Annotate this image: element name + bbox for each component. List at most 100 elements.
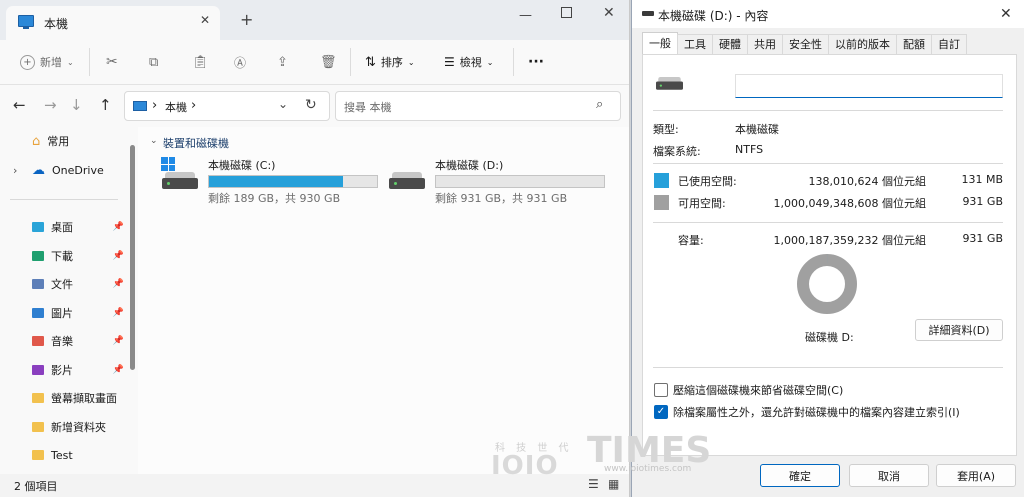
- view-icon: ☰: [444, 55, 455, 69]
- chevron-down-icon: ⌄: [67, 57, 74, 67]
- index-option[interactable]: ✓ 除檔案屬性之外，還允許對磁碟機中的檔案內容建立索引(I): [654, 404, 960, 420]
- sort-button[interactable]: ⇅ 排序 ⌄: [365, 48, 415, 76]
- free-space-label: 可用空間:: [678, 197, 726, 210]
- close-button[interactable]: ✕: [603, 5, 615, 21]
- tiles-view-icon[interactable]: ▦: [608, 477, 619, 491]
- nav-item[interactable]: Test: [0, 441, 132, 469]
- breadcrumb-chevron: ›: [152, 98, 158, 113]
- nav-item[interactable]: 桌面 📌: [0, 213, 132, 241]
- drive-usage-bar: [435, 175, 605, 188]
- address-dropdown-icon[interactable]: ⌄: [278, 97, 288, 111]
- compress-checkbox[interactable]: [654, 383, 668, 397]
- dialog-tab[interactable]: 一般: [642, 32, 678, 54]
- dialog-title: 本機磁碟 (D:) - 內容: [658, 9, 769, 23]
- rename-icon[interactable]: Ⓐ: [234, 48, 246, 76]
- forward-arrow-icon[interactable]: →: [44, 96, 57, 114]
- nav-item[interactable]: 音樂 📌: [0, 327, 132, 355]
- dialog-tab[interactable]: 以前的版本: [828, 34, 897, 54]
- new-button[interactable]: + 新增 ⌄: [20, 48, 74, 76]
- properties-dialog: 本機磁碟 (D:) - 內容 ✕ 一般 工具 硬體 共用 安全性 以前的版本 配額 自訂 類型…: [491, 0, 1024, 497]
- up-arrow-icon[interactable]: ↑: [99, 96, 112, 114]
- pin-icon[interactable]: 📌: [113, 308, 124, 318]
- pictures-icon: [32, 307, 44, 318]
- nav-item[interactable]: 文件 📌: [0, 270, 132, 298]
- maximize-button[interactable]: [561, 7, 572, 18]
- pin-icon[interactable]: 📌: [113, 279, 124, 289]
- tab-close-icon[interactable]: ✕: [200, 13, 210, 27]
- capacity-size: 931 GB: [962, 232, 1003, 245]
- back-arrow-icon[interactable]: ←: [13, 96, 26, 114]
- volume-name-input[interactable]: [735, 74, 1003, 98]
- nav-item-onedrive[interactable]: ☁ OneDrive: [0, 156, 132, 184]
- folder-icon: [32, 393, 44, 403]
- down-arrow-icon[interactable]: ↓: [70, 96, 83, 114]
- hard-drive-icon: [162, 172, 198, 190]
- filesystem-value: NTFS: [735, 143, 764, 156]
- cancel-button-label: 取消: [878, 469, 900, 483]
- drive-letter-label: 磁碟機 D:: [805, 331, 854, 344]
- nav-item-label: 文件: [51, 278, 73, 291]
- cut-icon[interactable]: ✂: [106, 48, 118, 76]
- refresh-icon[interactable]: ↻: [305, 97, 317, 113]
- nav-item-label: 音樂: [51, 335, 73, 348]
- dialog-tab[interactable]: 配額: [896, 34, 932, 54]
- drive-c[interactable]: 本機磁碟 (C:) 剩餘 189 GB，共 930 GB: [160, 157, 380, 205]
- free-space-size: 931 GB: [962, 195, 1003, 208]
- nav-item-label: 桌面: [51, 221, 73, 234]
- address-row: ← → ↓ ↑ › 本機 › ⌄ ↻ 搜尋 本機 ⌕: [0, 85, 629, 127]
- nav-item[interactable]: 螢幕擷取畫面: [0, 384, 132, 412]
- search-box[interactable]: 搜尋 本機 ⌕: [335, 91, 621, 121]
- pin-icon[interactable]: 📌: [113, 336, 124, 346]
- copy-icon[interactable]: ⧉: [149, 48, 158, 76]
- delete-icon[interactable]: 🗑︎: [320, 48, 337, 76]
- dialog-tab[interactable]: 自訂: [931, 34, 967, 54]
- view-button[interactable]: ☰ 檢視 ⌄: [444, 48, 493, 76]
- details-button[interactable]: 詳細資料(D): [915, 319, 1003, 341]
- index-checkbox[interactable]: ✓: [654, 405, 668, 419]
- paste-icon[interactable]: 📋︎: [192, 48, 209, 76]
- dialog-close-button[interactable]: ✕: [1000, 6, 1012, 22]
- nav-scrollbar[interactable]: [130, 145, 135, 370]
- tab-this-pc[interactable]: 本機 ✕: [6, 6, 220, 40]
- nav-item[interactable]: 影片 📌: [0, 356, 132, 384]
- dialog-tab[interactable]: 工具: [677, 34, 713, 54]
- pin-icon[interactable]: 📌: [113, 222, 124, 232]
- new-tab-button[interactable]: +: [240, 10, 253, 29]
- more-options-button[interactable]: ···: [528, 48, 544, 76]
- compress-option[interactable]: 壓縮這個磁碟機來節省磁碟空間(C): [654, 382, 843, 398]
- index-label: 除檔案屬性之外，還允許對磁碟機中的檔案內容建立索引(I): [673, 406, 960, 419]
- hard-drive-icon: [389, 172, 425, 190]
- section-header[interactable]: 裝置和磁碟機: [163, 135, 229, 151]
- drive-d[interactable]: 本機磁碟 (D:) 剩餘 931 GB，共 931 GB: [387, 157, 607, 205]
- nav-item[interactable]: 新增資料夾: [0, 413, 132, 441]
- collapse-chevron-icon[interactable]: ⌄: [150, 136, 158, 146]
- watermark-url: www.ioiotimes.com: [604, 464, 692, 474]
- minimize-button[interactable]: —: [519, 8, 532, 23]
- tab-bar: 本機 ✕ + — ✕: [0, 0, 629, 40]
- ok-button[interactable]: 確定: [760, 464, 840, 487]
- pin-icon[interactable]: 📌: [113, 251, 124, 261]
- search-input[interactable]: 搜尋 本機: [344, 99, 392, 115]
- windows-logo-icon: [161, 157, 175, 171]
- share-icon[interactable]: ⇪: [277, 48, 288, 76]
- sort-label: 排序: [380, 56, 403, 69]
- search-icon[interactable]: ⌕: [596, 97, 603, 112]
- pin-icon[interactable]: 📌: [113, 365, 124, 375]
- drive-usage-bar: [208, 175, 378, 188]
- details-view-icon[interactable]: ☰: [588, 477, 599, 491]
- breadcrumb-this-pc[interactable]: 本機: [165, 99, 187, 115]
- drive-c-icon: [160, 157, 200, 197]
- dialog-title-bar: 本機磁碟 (D:) - 內容 ✕: [632, 0, 1024, 28]
- apply-button[interactable]: 套用(A): [936, 464, 1016, 487]
- dialog-tab[interactable]: 共用: [747, 34, 783, 54]
- address-bar[interactable]: › 本機 › ⌄ ↻: [124, 91, 330, 121]
- nav-item[interactable]: 下載 📌: [0, 242, 132, 270]
- dialog-tab[interactable]: 安全性: [782, 34, 829, 54]
- divider: [653, 110, 1003, 111]
- cancel-button[interactable]: 取消: [849, 464, 929, 487]
- used-space-size: 131 MB: [961, 173, 1003, 186]
- nav-item-home[interactable]: ⌂ 常用: [0, 127, 132, 155]
- details-button-label: 詳細資料(D): [928, 324, 990, 337]
- dialog-tab[interactable]: 硬體: [712, 34, 748, 54]
- nav-item[interactable]: 圖片 📌: [0, 299, 132, 327]
